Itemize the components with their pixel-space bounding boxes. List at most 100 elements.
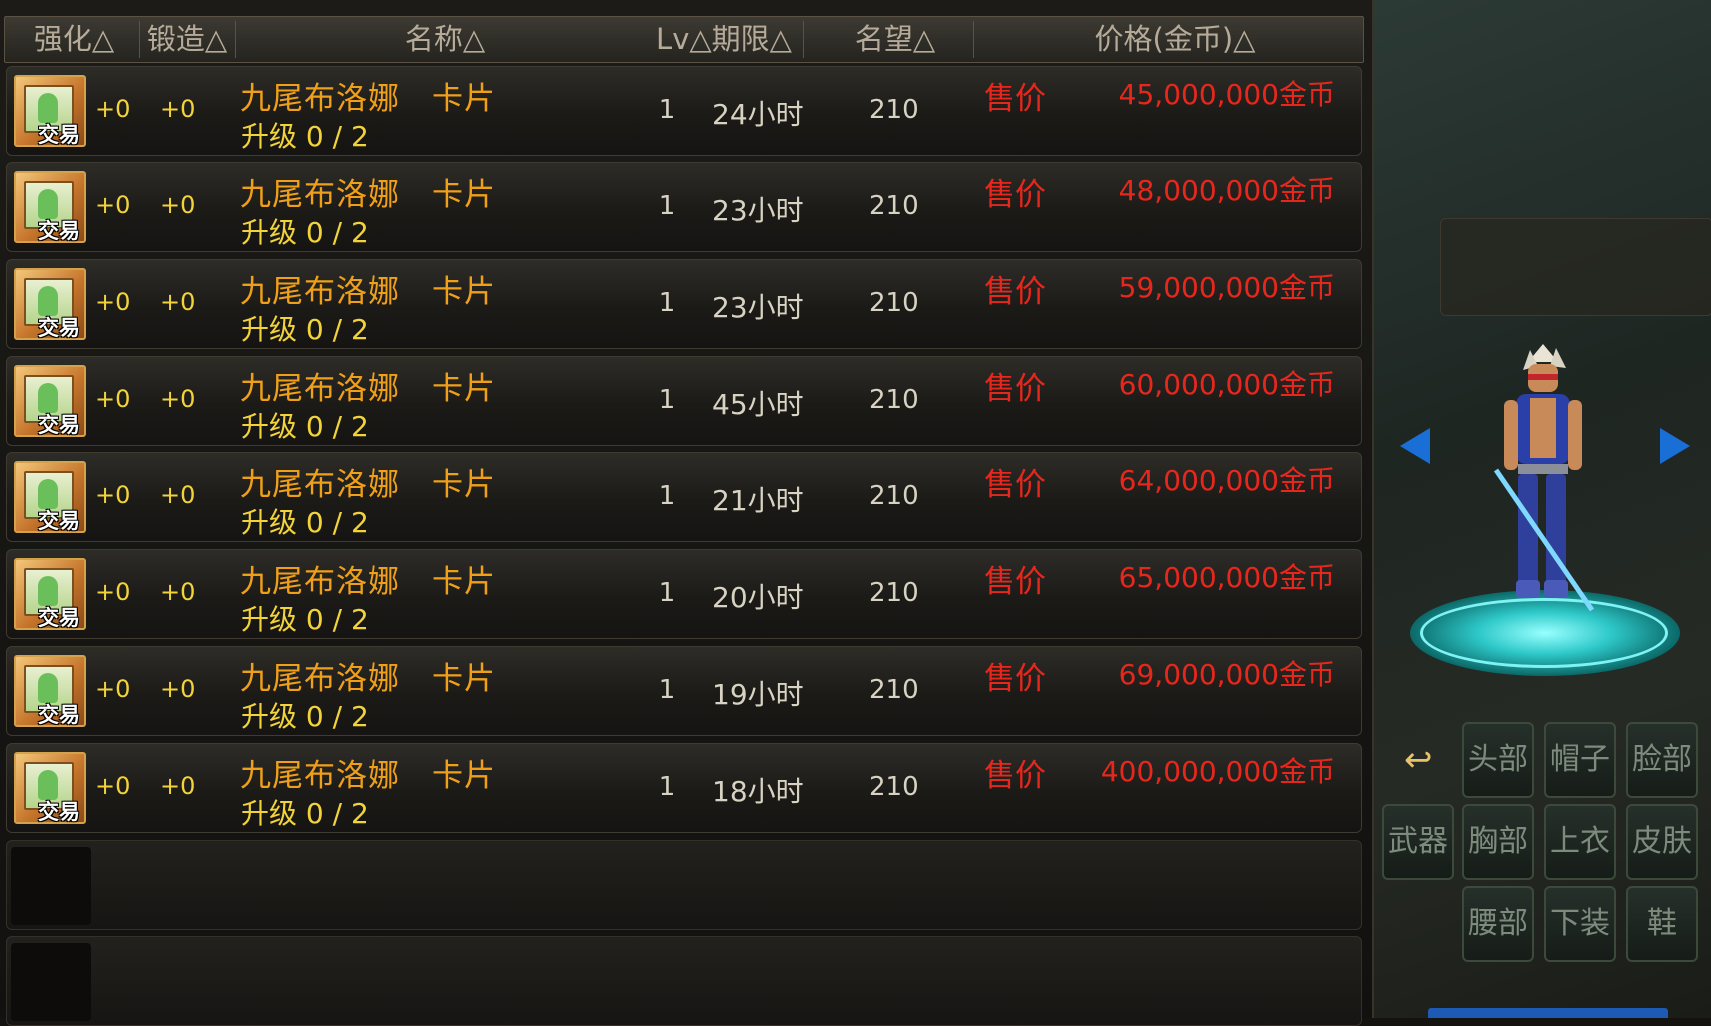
listing-duration: 23小时 [712, 291, 804, 324]
forge-value: +0 [160, 191, 196, 219]
reputation-value: 210 [869, 191, 919, 221]
item-level: 1 [658, 191, 676, 221]
header-divider [803, 21, 804, 58]
reputation-value: 210 [869, 288, 919, 318]
item-name: 九尾布洛娜 卡片 [240, 81, 496, 117]
listing-duration: 19小时 [712, 678, 804, 711]
listing-duration: 20小时 [712, 581, 804, 614]
listing-duration: 18小时 [712, 775, 804, 808]
listing-duration: 45小时 [712, 388, 804, 421]
sale-price: 69,000,000金币 [1118, 658, 1335, 691]
reputation-value: 210 [869, 481, 919, 511]
sale-price: 45,000,000金币 [1118, 78, 1335, 111]
sort-forge-header[interactable]: 锻造△ [141, 17, 233, 62]
reputation-value: 210 [869, 95, 919, 125]
sale-price-label: 售价 [984, 274, 1046, 310]
trade-badge: 交易 [38, 123, 80, 147]
upgrade-status: 升级 0 / 2 [241, 700, 369, 733]
trade-badge: 交易 [38, 703, 80, 727]
upgrade-status: 升级 0 / 2 [241, 797, 369, 830]
empty-item-slot [11, 943, 91, 1021]
listing-row[interactable]: 交易 +0 +0 九尾布洛娜 卡片 升级 0 / 2 1 20小时 210 售价 65,000,0… [6, 549, 1362, 639]
card-icon: 交易 [14, 365, 86, 437]
card-icon: 交易 [14, 268, 86, 340]
trade-badge: 交易 [38, 316, 80, 340]
sale-price: 400,000,000金币 [1100, 755, 1335, 788]
listing-row[interactable]: 交易 +0 +0 九尾布洛娜 卡片 升级 0 / 2 1 19小时 210 售价 69,000,0… [6, 646, 1362, 736]
item-name: 九尾布洛娜 卡片 [240, 467, 496, 503]
equip-slot-skin[interactable]: 皮肤 [1626, 804, 1698, 880]
card-icon: 交易 [14, 558, 86, 630]
item-name: 九尾布洛娜 卡片 [240, 661, 496, 697]
column-header-bar: 强化△ 锻造△ 名称△ Lv△期限△ 名望△ 价格(金币)△ [4, 16, 1364, 63]
header-divider [139, 21, 140, 58]
forge-value: +0 [160, 481, 196, 509]
sale-price: 65,000,000金币 [1118, 561, 1335, 594]
listing-duration: 24小时 [712, 98, 804, 131]
sale-price-label: 售价 [984, 371, 1046, 407]
sort-lv-duration-header[interactable]: Lv△期限△ [641, 17, 807, 62]
item-level: 1 [658, 675, 676, 705]
equip-slot-face[interactable]: 脸部 [1626, 722, 1698, 798]
enhance-value: +0 [95, 288, 131, 316]
equip-slot-waist[interactable]: 腰部 [1462, 886, 1534, 962]
listing-row[interactable]: 交易 +0 +0 九尾布洛娜 卡片 升级 0 / 2 1 23小时 210 售价 59,000,0… [6, 259, 1362, 349]
forge-value: +0 [160, 578, 196, 606]
sort-price-header[interactable]: 价格(金币)△ [1075, 17, 1275, 62]
character-avatar [1493, 344, 1595, 612]
forge-value: +0 [160, 385, 196, 413]
auction-listing-panel: 强化△ 锻造△ 名称△ Lv△期限△ 名望△ 价格(金币)△ 交易 +0 +0 九尾布… [0, 0, 1374, 1026]
left-boot [1516, 580, 1540, 598]
sale-price: 59,000,000金币 [1118, 271, 1335, 304]
forge-value: +0 [160, 675, 196, 703]
equip-slot-bottom[interactable]: 下装 [1544, 886, 1616, 962]
header-divider [235, 21, 236, 58]
sale-price-label: 售价 [984, 81, 1046, 117]
equip-slot-weapon[interactable]: 武器 [1382, 804, 1454, 880]
listing-row[interactable]: 交易 +0 +0 九尾布洛娜 卡片 升级 0 / 2 1 23小时 210 售价 48,000,0… [6, 162, 1362, 252]
equip-slot-hat[interactable]: 帽子 [1544, 722, 1616, 798]
sort-reputation-header[interactable]: 名望△ [835, 17, 955, 62]
enhance-value: +0 [95, 385, 131, 413]
empty-listing-row [6, 840, 1362, 930]
sort-name-header[interactable]: 名称△ [385, 17, 505, 62]
arrow-left-icon[interactable] [1400, 428, 1430, 464]
trade-badge: 交易 [38, 413, 80, 437]
right-boot [1544, 580, 1568, 598]
sort-enhance-header[interactable]: 强化△ [13, 17, 135, 62]
item-name: 九尾布洛娜 卡片 [240, 564, 496, 600]
enhance-value: +0 [95, 191, 131, 219]
listing-row[interactable]: 交易 +0 +0 九尾布洛娜 卡片 升级 0 / 2 1 21小时 210 售价 64,000,0… [6, 452, 1362, 542]
trade-badge: 交易 [38, 800, 80, 824]
item-level: 1 [658, 578, 676, 608]
equip-slot-shoes[interactable]: 鞋 [1626, 886, 1698, 962]
return-arrow-icon[interactable]: ↩ [1404, 740, 1433, 780]
arrow-right-icon[interactable] [1660, 428, 1690, 464]
equip-slot-head[interactable]: 头部 [1462, 722, 1534, 798]
empty-listing-row [6, 936, 1362, 1026]
reputation-value: 210 [869, 675, 919, 705]
sale-price-label: 售价 [984, 758, 1046, 794]
item-level: 1 [658, 481, 676, 511]
card-icon: 交易 [14, 75, 86, 147]
item-name: 九尾布洛娜 卡片 [240, 274, 496, 310]
equip-slot-chest[interactable]: 胸部 [1462, 804, 1534, 880]
item-level: 1 [658, 288, 676, 318]
listing-row[interactable]: 交易 +0 +0 九尾布洛娜 卡片 升级 0 / 2 1 18小时 210 售价 400,000,… [6, 743, 1362, 833]
right-arm [1568, 400, 1582, 470]
listing-row[interactable]: 交易 +0 +0 九尾布洛娜 卡片 升级 0 / 2 1 24小时 210 售价 45,000,0… [6, 66, 1362, 156]
item-level: 1 [658, 772, 676, 802]
sale-price: 64,000,000金币 [1118, 464, 1335, 497]
enhance-value: +0 [95, 675, 131, 703]
card-icon: 交易 [14, 752, 86, 824]
bottom-action-bar[interactable] [1428, 1008, 1668, 1018]
forge-value: +0 [160, 288, 196, 316]
left-arm [1504, 400, 1518, 470]
item-name: 九尾布洛娜 卡片 [240, 177, 496, 213]
upgrade-status: 升级 0 / 2 [241, 216, 369, 249]
card-icon: 交易 [14, 461, 86, 533]
equip-slot-top[interactable]: 上衣 [1544, 804, 1616, 880]
sale-price-label: 售价 [984, 661, 1046, 697]
listing-row[interactable]: 交易 +0 +0 九尾布洛娜 卡片 升级 0 / 2 1 45小时 210 售价 60,000,0… [6, 356, 1362, 446]
sale-price-label: 售价 [984, 467, 1046, 503]
